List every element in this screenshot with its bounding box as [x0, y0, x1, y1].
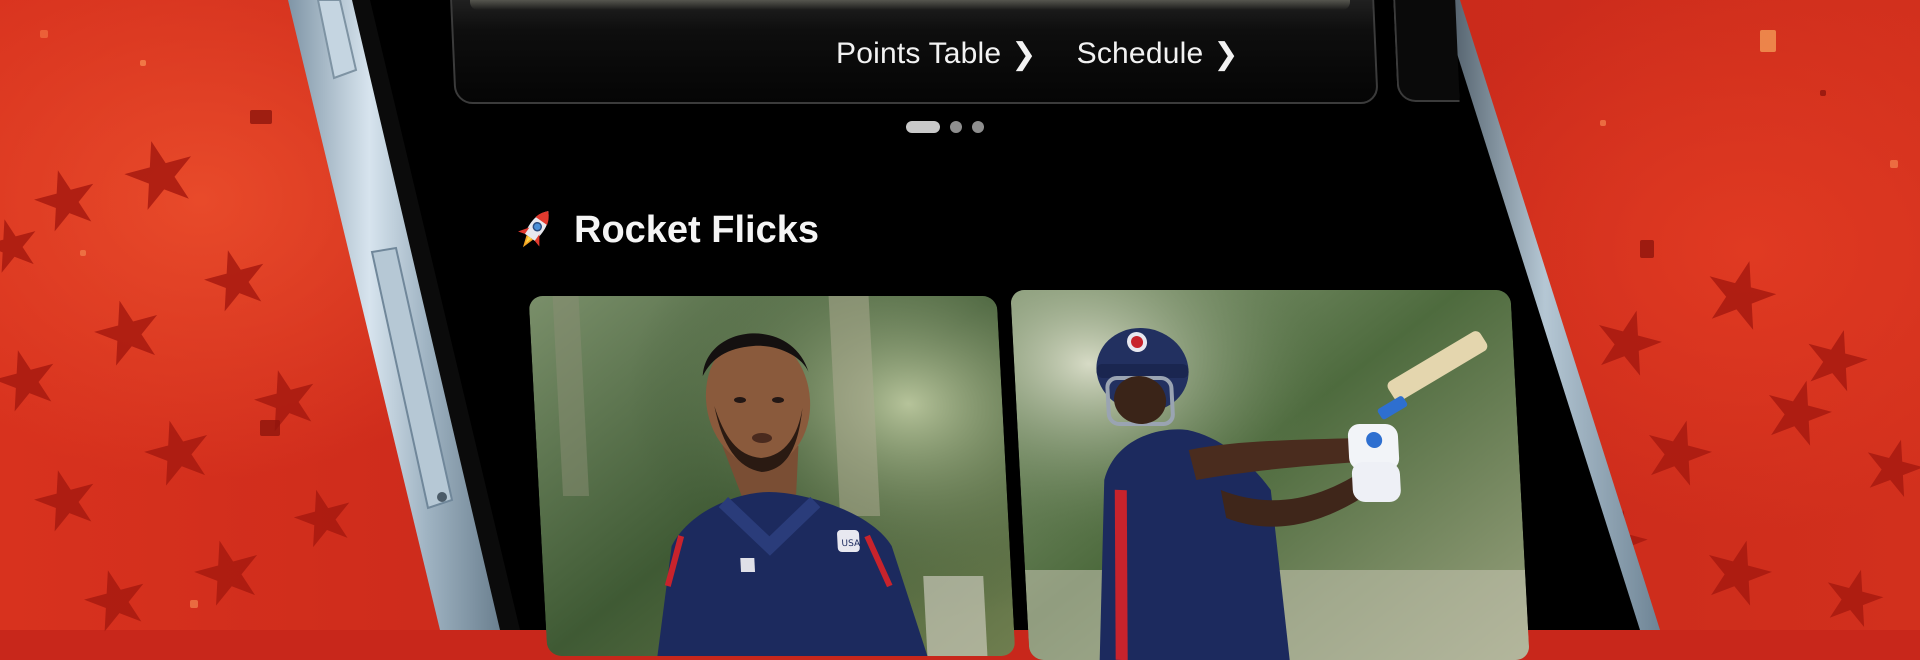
carousel-dot-active[interactable] [906, 121, 940, 133]
points-table-label: Points Table [836, 37, 1002, 70]
player-portrait-image: USA [528, 296, 1016, 656]
carousel-dot[interactable] [950, 121, 962, 133]
section-title: Rocket Flicks [574, 208, 819, 251]
carousel-dots [906, 121, 984, 133]
flick-card[interactable] [1010, 290, 1530, 660]
phone: Points Table ❯ Schedule ❯ Rocket Flicks … [0, 0, 1920, 660]
flick-card[interactable]: USA [528, 296, 1016, 656]
schedule-label: Schedule [1076, 37, 1204, 70]
rocket-icon [518, 211, 549, 248]
chevron-right-icon: ❯ [1213, 36, 1239, 72]
points-table-link[interactable]: Points Table ❯ [836, 37, 1037, 72]
carousel-dot[interactable] [972, 121, 984, 133]
app-screen: Points Table ❯ Schedule ❯ Rocket Flicks … [0, 0, 1920, 660]
jersey-logo-text: USA [841, 539, 861, 549]
batsman-image [1010, 290, 1530, 660]
match-card-links: Points Table ❯ Schedule ❯ [836, 34, 1239, 74]
next-match-card[interactable] [1392, 0, 1460, 102]
chevron-right-icon: ❯ [1011, 36, 1037, 72]
schedule-link[interactable]: Schedule ❯ [1077, 37, 1239, 72]
section-header: Rocket Flicks [512, 205, 819, 255]
match-card-highlight [470, 0, 1350, 10]
